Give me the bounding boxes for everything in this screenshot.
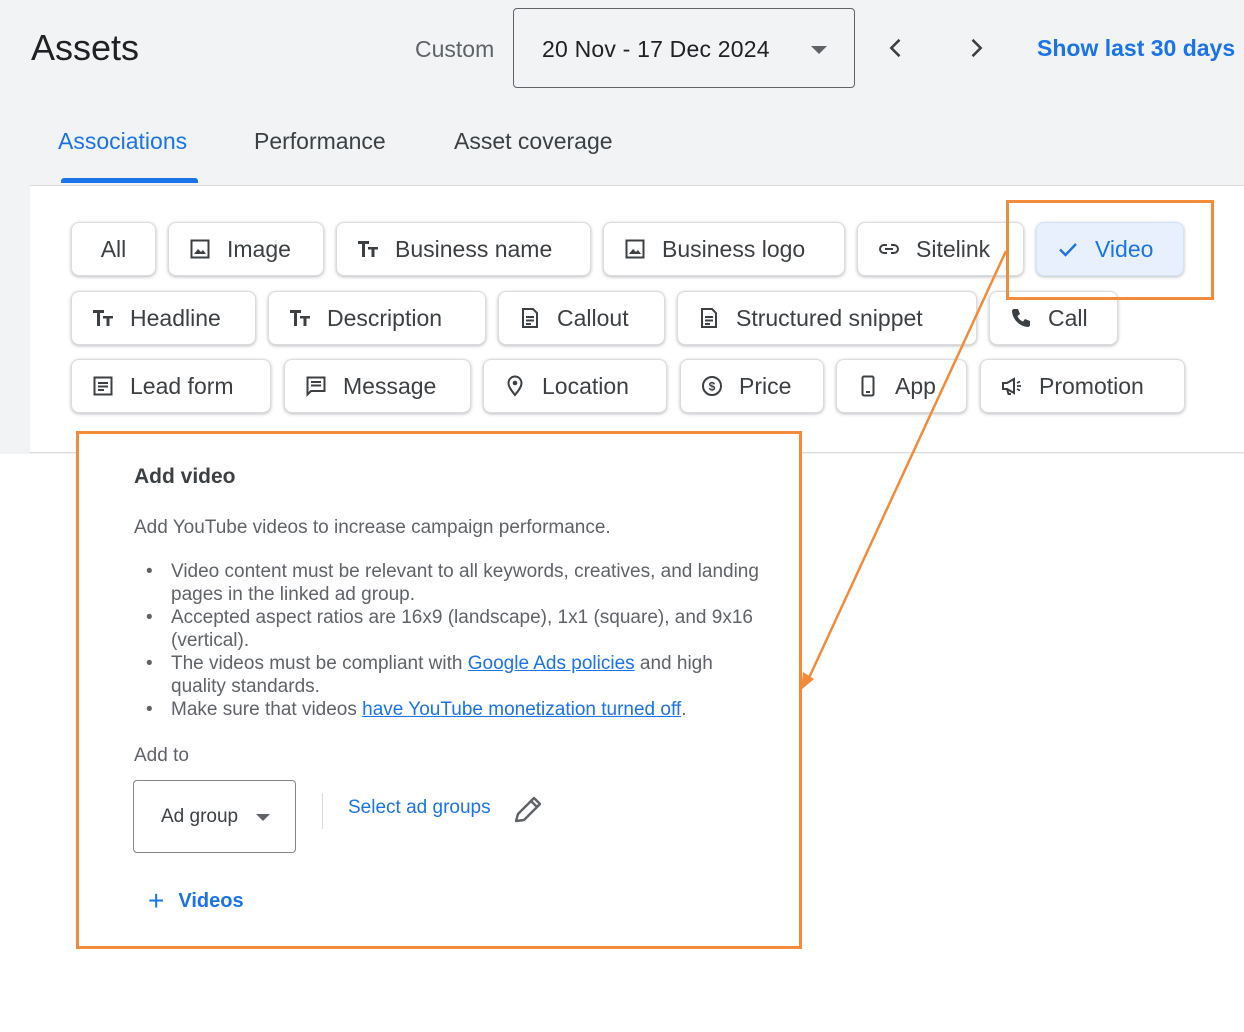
chip-label: Lead form xyxy=(130,372,234,399)
price-icon: $ xyxy=(699,373,725,399)
add-to-value: Ad group xyxy=(161,806,239,827)
dropdown-caret-icon xyxy=(256,814,270,821)
document-icon xyxy=(696,305,722,331)
chip-label: App xyxy=(895,372,936,399)
link-icon xyxy=(876,236,902,262)
pencil-icon[interactable] xyxy=(512,795,545,825)
date-range-label: Custom xyxy=(415,36,495,62)
next-period-button[interactable] xyxy=(958,30,994,66)
list-item: Accepted aspect ratios are 16x9 (landsca… xyxy=(146,606,766,652)
chip-label: Description xyxy=(327,304,443,331)
chip-business-name[interactable]: Business name xyxy=(336,222,591,276)
panel-requirements-list: Video content must be relevant to all ke… xyxy=(146,560,766,721)
phone-device-icon xyxy=(855,373,881,399)
chip-label: Location xyxy=(542,372,629,399)
tab-associations[interactable]: Associations xyxy=(58,128,187,155)
chip-label: Promotion xyxy=(1039,372,1144,399)
chip-label: Price xyxy=(739,372,792,399)
image-icon xyxy=(187,236,213,262)
panel-title: Add video xyxy=(134,465,236,488)
chip-label: Message xyxy=(343,372,437,399)
chevron-right-icon xyxy=(971,38,983,58)
list-item: Make sure that videos have YouTube monet… xyxy=(146,698,766,721)
form-icon xyxy=(90,373,116,399)
page-title: Assets xyxy=(31,27,140,68)
add-to-select[interactable]: Ad group xyxy=(133,780,296,853)
chip-label: All xyxy=(100,235,127,262)
chip-promotion[interactable]: Promotion xyxy=(980,359,1185,413)
highlight-box-video-chip xyxy=(1006,200,1214,300)
chip-price[interactable]: $ Price xyxy=(680,359,824,413)
list-item: The videos must be compliant with Google… xyxy=(146,652,766,698)
add-videos-button[interactable]: + Videos xyxy=(148,885,244,916)
text-icon xyxy=(355,236,381,262)
image-icon xyxy=(622,236,648,262)
chip-label: Headline xyxy=(130,304,221,331)
divider xyxy=(322,793,323,829)
chip-app[interactable]: App xyxy=(836,359,967,413)
location-pin-icon xyxy=(502,373,528,399)
text-icon xyxy=(287,305,313,331)
phone-icon xyxy=(1008,305,1034,331)
tab-performance[interactable]: Performance xyxy=(254,128,386,155)
plus-icon: + xyxy=(148,885,165,916)
chip-lead-form[interactable]: Lead form xyxy=(71,359,271,413)
document-icon xyxy=(517,305,543,331)
dropdown-caret-icon xyxy=(811,46,827,54)
chip-message[interactable]: Message xyxy=(284,359,471,413)
show-last-30-days-link[interactable]: Show last 30 days xyxy=(1037,35,1235,62)
add-videos-label: Videos xyxy=(178,889,244,912)
message-icon xyxy=(303,373,329,399)
chip-sitelink[interactable]: Sitelink xyxy=(857,222,1024,276)
chip-label: Image xyxy=(227,235,291,262)
google-ads-policies-link[interactable]: Google Ads policies xyxy=(468,653,635,674)
date-range-select[interactable]: 20 Nov - 17 Dec 2024 xyxy=(513,8,855,88)
chip-all[interactable]: All xyxy=(71,222,156,276)
chip-headline[interactable]: Headline xyxy=(71,291,256,345)
date-range-value: 20 Nov - 17 Dec 2024 xyxy=(542,36,770,62)
select-ad-groups-link[interactable]: Select ad groups xyxy=(348,797,491,819)
add-to-label: Add to xyxy=(134,745,189,766)
chip-location[interactable]: Location xyxy=(483,359,667,413)
chip-label: Sitelink xyxy=(916,235,991,262)
megaphone-icon xyxy=(999,373,1025,399)
previous-period-button[interactable] xyxy=(878,30,914,66)
svg-text:$: $ xyxy=(709,380,716,394)
chip-business-logo[interactable]: Business logo xyxy=(603,222,845,276)
list-item-text: . xyxy=(681,699,687,720)
chip-structured-snippet[interactable]: Structured snippet xyxy=(677,291,977,345)
tab-asset-coverage[interactable]: Asset coverage xyxy=(454,128,613,155)
list-item-text: Make sure that videos xyxy=(171,699,363,720)
text-icon xyxy=(90,305,116,331)
list-item: Video content must be relevant to all ke… xyxy=(146,560,766,606)
list-item-text: The videos must be compliant with xyxy=(171,653,468,674)
chip-callout[interactable]: Callout xyxy=(498,291,665,345)
chip-label: Structured snippet xyxy=(736,304,923,331)
chip-label: Business logo xyxy=(662,235,806,262)
chip-description[interactable]: Description xyxy=(268,291,486,345)
chevron-left-icon xyxy=(889,38,901,58)
panel-description: Add YouTube videos to increase campaign … xyxy=(134,517,611,538)
active-tab-indicator xyxy=(61,178,198,183)
monetization-turned-off-link[interactable]: have YouTube monetization turned off xyxy=(362,699,681,720)
chip-label: Call xyxy=(1048,304,1088,331)
chip-image[interactable]: Image xyxy=(168,222,324,276)
chip-label: Business name xyxy=(395,235,553,262)
chip-label: Callout xyxy=(557,304,629,331)
